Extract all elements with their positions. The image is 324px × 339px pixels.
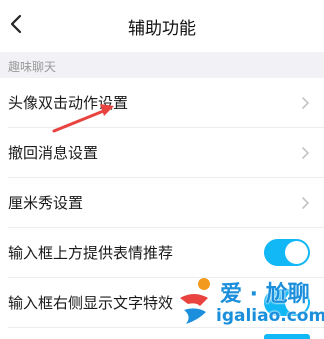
setting-label: 输入框右侧显示文字特效 bbox=[8, 294, 174, 312]
chevron-right-icon bbox=[302, 147, 309, 159]
watermark-logo-icon bbox=[180, 278, 210, 324]
setting-label: 头像双击动作设置 bbox=[8, 94, 129, 112]
toggle-knob bbox=[285, 241, 308, 264]
page-title: 辅助功能 bbox=[128, 19, 196, 39]
setting-label: 厘米秀设置 bbox=[8, 194, 84, 212]
watermark-cn: 爱 · 尬聊 bbox=[220, 282, 310, 307]
setting-avatar-double-tap[interactable]: 头像双击动作设置 bbox=[0, 78, 324, 128]
section-header: 趣味聊天 bbox=[0, 52, 324, 78]
chevron-right-icon bbox=[302, 97, 309, 109]
setting-cmshow[interactable]: 厘米秀设置 bbox=[0, 178, 324, 228]
setting-label: 输入框上方提供表情推荐 bbox=[8, 244, 174, 262]
setting-emoji-suggest: 输入框上方提供表情推荐 bbox=[0, 228, 324, 278]
chevron-right-icon bbox=[302, 197, 309, 209]
section-label: 趣味聊天 bbox=[8, 60, 57, 74]
watermark-en: igaliao.com bbox=[216, 306, 324, 326]
nav-bar: 辅助功能 bbox=[0, 0, 324, 50]
emoji-suggest-toggle[interactable] bbox=[264, 239, 310, 266]
next-row-sliver bbox=[0, 334, 324, 339]
setting-label: 撤回消息设置 bbox=[8, 144, 99, 162]
setting-recall-message[interactable]: 撤回消息设置 bbox=[0, 128, 324, 178]
watermark: 爱 · 尬聊 igaliao.com bbox=[174, 276, 324, 332]
